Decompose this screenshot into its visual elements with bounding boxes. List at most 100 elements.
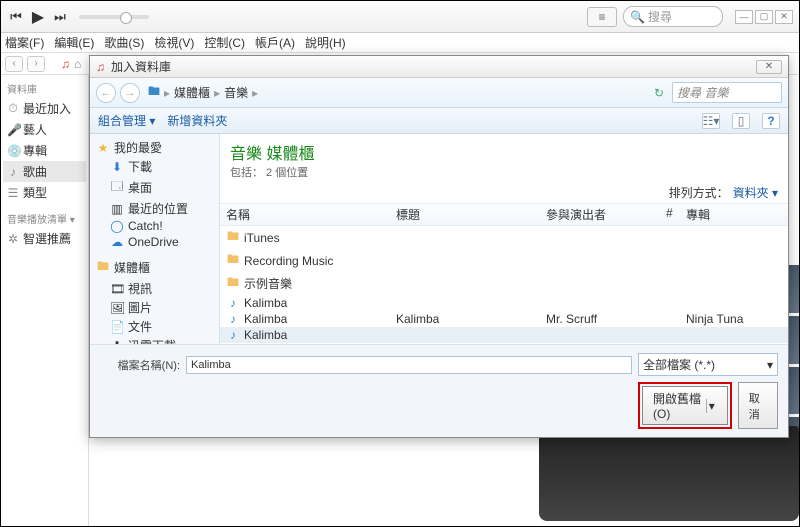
item-icon: 📄	[110, 320, 124, 334]
main-title: 音樂 媒體櫃	[230, 140, 778, 164]
dlg-side-item[interactable]: ☁OneDrive	[92, 234, 217, 250]
sort-value[interactable]: 資料夾 ▾	[733, 184, 778, 201]
file-row[interactable]: ♪ Kalimba Kalimba Mr. Scruff Ninja Tuna	[220, 311, 788, 327]
open-button[interactable]: 開啟舊檔(O) ▾	[642, 386, 728, 425]
dlg-side-item[interactable]: ▥最近的位置	[92, 199, 217, 218]
dialog-search-input[interactable]: 搜尋 音樂	[672, 82, 782, 103]
nav-forward-button[interactable]: ›	[27, 56, 45, 72]
item-icon: 🗔	[110, 177, 124, 198]
sidebar-item[interactable]: 🎤藝人	[3, 119, 86, 140]
dialog-back-button[interactable]: ←	[96, 83, 116, 103]
folder-icon: 🖿	[226, 227, 240, 248]
sidebar-item[interactable]: ♪歌曲	[3, 161, 86, 182]
item-icon: ▥	[110, 202, 124, 216]
breadcrumb[interactable]: 🖿 ▸ 媒體櫃 ▸ 音樂 ▸	[148, 82, 258, 103]
volume-slider[interactable]	[79, 15, 149, 19]
column-header[interactable]: 專輯	[686, 206, 782, 223]
nav-back-button[interactable]: ‹	[5, 56, 23, 72]
dialog-sidebar: ★我的最愛⬇下載🗔桌面▥最近的位置◯Catch!☁OneDrive🖿媒體櫃🎞視訊…	[90, 134, 220, 344]
player-search[interactable]: 🔍 搜尋	[623, 6, 723, 27]
menu-item[interactable]: 帳戶(A)	[255, 34, 295, 51]
folder-row[interactable]: 🖿 示例音樂	[220, 272, 788, 295]
refresh-icon[interactable]: ↻	[650, 86, 668, 100]
open-button-label: 開啟舊檔(O)	[653, 390, 704, 421]
prev-icon[interactable]: ⏮	[7, 8, 25, 26]
open-split-arrow[interactable]: ▾	[706, 399, 717, 413]
group-label: 我的最愛	[114, 139, 162, 156]
new-folder-button[interactable]: 新增資料夾	[167, 112, 227, 129]
dlg-side-item[interactable]: 📄文件	[92, 317, 217, 336]
crumb-1[interactable]: 音樂	[224, 84, 248, 101]
dialog-title-icon: ♫	[96, 60, 105, 74]
filename-input[interactable]: Kalimba	[186, 356, 632, 374]
sidebar-item-label: 智選推薦	[23, 230, 71, 247]
player-search-placeholder: 搜尋	[648, 8, 672, 25]
file-name: Kalimba	[244, 296, 396, 310]
filetype-combo[interactable]: 全部檔案 (*.*) ▾	[638, 353, 778, 376]
folder-icon: 🖿	[226, 273, 240, 294]
help-icon[interactable]: ?	[762, 113, 780, 129]
file-name: iTunes	[244, 231, 396, 245]
play-icon[interactable]: ▶	[29, 8, 47, 26]
folder-row[interactable]: 🖿 iTunes	[220, 226, 788, 249]
sidebar-item-label: 類型	[23, 184, 47, 201]
dialog-forward-button[interactable]: →	[120, 83, 140, 103]
file-icon: ♪	[226, 296, 240, 310]
dlg-side-item[interactable]: 🎞視訊	[92, 279, 217, 298]
dlg-side-group[interactable]: 🖿媒體櫃	[92, 256, 217, 279]
dlg-side-item[interactable]: 🖼圖片	[92, 298, 217, 317]
dlg-side-item[interactable]: ◯Catch!	[92, 218, 217, 234]
preview-pane-button[interactable]: ▯	[732, 113, 750, 129]
file-open-dialog: ♫ 加入資料庫 ✕ ← → 🖿 ▸ 媒體櫃 ▸ 音樂 ▸ ↻ 搜尋 音樂 組合管…	[89, 55, 789, 438]
library-icon[interactable]: ⌂	[74, 57, 81, 71]
menu-item[interactable]: 編輯(E)	[54, 34, 94, 51]
item-label: 迅雷下載	[128, 337, 176, 344]
sort-label: 排列方式：	[669, 184, 729, 201]
filetype-value: 全部檔案 (*.*)	[643, 356, 715, 373]
menu-item[interactable]: 檢視(V)	[154, 34, 194, 51]
close-icon[interactable]: ✕	[775, 10, 793, 24]
item-icon: ◯	[110, 219, 124, 233]
dlg-side-item[interactable]: 🗔桌面	[92, 176, 217, 199]
dlg-side-item[interactable]: ⬇下載	[92, 157, 217, 176]
folder-icon: 🖿	[148, 82, 160, 103]
group-icon: 🖿	[96, 257, 110, 278]
sidebar-header-playlists[interactable]: 音樂播放清單 ▾	[3, 209, 86, 228]
item-label: 下載	[128, 158, 152, 175]
music-icon[interactable]: ♫	[61, 57, 70, 71]
column-header[interactable]: 標題	[396, 206, 546, 223]
sidebar-item[interactable]: ⏱最近加入	[3, 98, 86, 119]
view-mode-button[interactable]: ☷▾	[702, 113, 720, 129]
file-row[interactable]: ♪ Kalimba	[220, 327, 788, 343]
dlg-side-item[interactable]: ⬇迅雷下載	[92, 336, 217, 344]
sidebar-item-smartlist[interactable]: ✲ 智選推薦	[3, 228, 86, 249]
column-header[interactable]: #	[666, 206, 686, 223]
menu-item[interactable]: 檔案(F)	[5, 34, 44, 51]
column-header[interactable]: 參與演出者	[546, 206, 666, 223]
group-label: 媒體櫃	[114, 259, 150, 276]
file-row[interactable]: ♪ Kalimba	[220, 295, 788, 311]
cancel-button[interactable]: 取消	[738, 382, 778, 429]
menu-item[interactable]: 說明(H)	[305, 34, 346, 51]
dlg-side-group[interactable]: ★我的最愛	[92, 138, 217, 157]
menu-item[interactable]: 歌曲(S)	[104, 34, 144, 51]
crumb-0[interactable]: 媒體櫃	[174, 84, 210, 101]
menu-bar: 檔案(F) 編輯(E) 歌曲(S) 檢視(V) 控制(C) 帳戶(A) 說明(H)	[1, 33, 799, 53]
playback-controls: ⏮ ▶ ⏭	[7, 8, 69, 26]
sidebar-item[interactable]: ☰類型	[3, 182, 86, 203]
organize-button[interactable]: 組合管理 ▾	[98, 112, 155, 129]
menu-item[interactable]: 控制(C)	[204, 34, 245, 51]
column-header[interactable]: 名稱	[226, 206, 396, 223]
list-view-button[interactable]: ≡	[587, 7, 617, 27]
dialog-close-button[interactable]: ✕	[756, 60, 782, 74]
next-icon[interactable]: ⏭	[51, 8, 69, 26]
item-label: 桌面	[128, 179, 152, 196]
folder-icon: 🖿	[226, 250, 240, 271]
file-list[interactable]: 🖿 iTunes 🖿 Recording Music 🖿 示例音樂 ♪ Kali…	[220, 226, 788, 344]
sidebar-item[interactable]: 💿專輯	[3, 140, 86, 161]
folder-row[interactable]: 🖿 Recording Music	[220, 249, 788, 272]
minimize-icon[interactable]: ―	[735, 10, 753, 24]
column-headers[interactable]: 名稱標題參與演出者#專輯	[220, 204, 788, 226]
search-icon: 🔍	[630, 10, 645, 24]
maximize-icon[interactable]: ▢	[755, 10, 773, 24]
